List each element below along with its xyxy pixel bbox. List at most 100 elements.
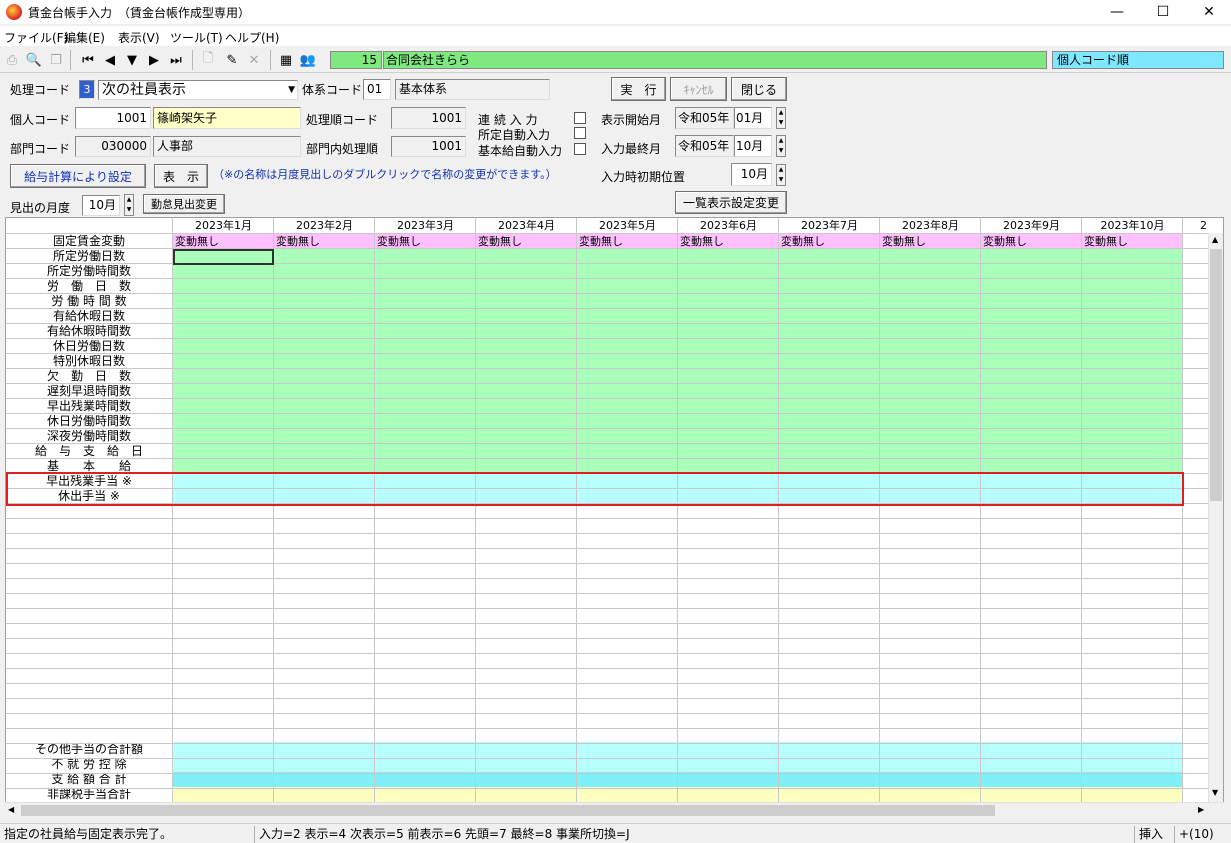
menu-file[interactable]: ファイル(F) <box>4 29 68 46</box>
month-column-header[interactable]: 2023年8月 <box>880 218 981 233</box>
fixed-wage-cell[interactable]: 変動無し <box>1082 234 1183 249</box>
show-button[interactable]: 表 示 <box>154 164 208 188</box>
paint-icon[interactable]: ✎ <box>222 50 242 70</box>
dropdown-record-icon[interactable]: ▼ <box>122 50 142 70</box>
input-last-spinner[interactable]: ▲ ▼ <box>776 135 786 157</box>
data-row-cells[interactable] <box>173 309 1183 324</box>
display-start-spinner[interactable]: ▲ ▼ <box>776 107 786 129</box>
month-column-header[interactable]: 2023年4月 <box>476 218 577 233</box>
fixed-wage-cell[interactable]: 変動無し <box>880 234 981 249</box>
continuous-input-checkbox[interactable] <box>574 112 586 124</box>
heading-note: （※の名称は月度見出しのダブルクリックで名称の変更ができます。） <box>213 168 557 181</box>
auto-scheduled-checkbox[interactable] <box>574 127 586 139</box>
wage-ledger-grid[interactable]: 2023年1月 2023年2月 2023年3月 2023年4月 2023年5月 2023年… <box>5 217 1224 803</box>
copy-icon[interactable]: ❐ <box>46 50 66 70</box>
summary-row-cells[interactable] <box>173 772 1183 787</box>
month-column-header[interactable]: 2023年3月 <box>375 218 476 233</box>
users-icon[interactable]: 👥 <box>298 50 318 70</box>
month-column-header[interactable]: 2023年7月 <box>779 218 880 233</box>
heading-month-spinner[interactable]: ▲ ▼ <box>124 194 134 216</box>
delete-icon[interactable]: ✕ <box>244 50 264 70</box>
data-row-cells[interactable] <box>173 369 1183 384</box>
menu-edit[interactable]: 編集(E) <box>64 29 105 46</box>
month-column-header[interactable]: 2 <box>1183 218 1207 233</box>
fixed-wage-cell[interactable]: 変動無し <box>173 234 274 249</box>
prev-record-icon[interactable]: ◀ <box>100 50 120 70</box>
list-settings-change-button[interactable]: 一覧表示設定変更 <box>675 191 787 214</box>
horizontal-scroll-thumb[interactable] <box>21 805 995 816</box>
system-code-field[interactable]: 01 <box>363 79 391 100</box>
auto-base-pay-checkbox[interactable] <box>574 143 586 155</box>
display-start-month-field[interactable]: 01月 <box>734 107 772 129</box>
person-code-field[interactable]: 1001 <box>75 107 151 129</box>
month-column-header[interactable]: 2023年5月 <box>577 218 678 233</box>
row-label: 休日労働日数 <box>6 339 172 354</box>
row-label: 有給休暇時間数 <box>6 324 172 339</box>
data-row-cells[interactable] <box>173 294 1183 309</box>
summary-row-cells[interactable] <box>173 742 1183 757</box>
scroll-right-icon[interactable]: ▶ <box>1198 805 1204 814</box>
cancel-button[interactable]: ｷｬﾝｾﾙ <box>670 77 727 101</box>
month-column-header[interactable]: 2023年1月 <box>173 218 274 233</box>
data-row-cells[interactable] <box>173 399 1183 414</box>
menu-tools[interactable]: ツール(T) <box>170 29 223 46</box>
process-mode-select[interactable]: 次の社員表示 ▼ <box>98 80 298 100</box>
new-document-icon[interactable]: 🗋 <box>198 50 218 70</box>
data-row-cells[interactable] <box>173 354 1183 369</box>
fixed-wage-cell[interactable]: 変動無し <box>375 234 476 249</box>
scroll-left-icon[interactable]: ◀ <box>8 805 14 814</box>
minimize-button[interactable]: — <box>1094 0 1140 24</box>
heading-month-field[interactable]: 10月 <box>82 195 120 216</box>
attendance-heading-change-button[interactable]: 勤怠見出変更 <box>143 194 225 214</box>
data-row-cells[interactable] <box>173 249 1183 264</box>
maximize-button[interactable]: ☐ <box>1140 0 1186 24</box>
first-record-icon[interactable]: ⏮ <box>78 50 98 70</box>
fixed-wage-cell[interactable]: 変動無し <box>476 234 577 249</box>
month-column-header[interactable]: 2023年10月 <box>1082 218 1183 233</box>
fixed-wage-cell[interactable]: 変動無し <box>274 234 375 249</box>
summary-row-cells[interactable] <box>173 787 1183 802</box>
last-record-icon[interactable]: ⏭ <box>166 50 186 70</box>
fixed-wage-cell[interactable]: 変動無し <box>981 234 1082 249</box>
fixed-wage-cell[interactable]: 変動無し <box>779 234 880 249</box>
grid-line <box>677 218 678 802</box>
input-last-month-field[interactable]: 10月 <box>734 135 772 157</box>
calculator-icon[interactable]: ▦ <box>276 50 296 70</box>
chevron-down-icon[interactable]: ▼ <box>288 81 295 99</box>
data-row-cells[interactable] <box>173 279 1183 294</box>
data-row-cells[interactable] <box>173 384 1183 399</box>
month-column-header[interactable]: 2023年2月 <box>274 218 375 233</box>
data-row-cells[interactable] <box>173 339 1183 354</box>
horizontal-scrollbar[interactable]: ◀ ▶ <box>5 802 1224 818</box>
process-code-field[interactable]: 3 <box>79 80 95 99</box>
initial-position-field[interactable]: 10月 <box>731 163 772 186</box>
month-column-header[interactable]: 2023年6月 <box>678 218 779 233</box>
vertical-scroll-thumb[interactable] <box>1210 249 1222 501</box>
close-window-button[interactable]: ✕ <box>1186 0 1231 24</box>
data-row-cells[interactable] <box>173 444 1183 459</box>
summary-row-cells[interactable] <box>173 757 1183 772</box>
month-column-header[interactable]: 2023年9月 <box>981 218 1082 233</box>
print-icon[interactable]: ⎙ <box>2 50 22 70</box>
menu-view[interactable]: 表示(V) <box>118 29 160 46</box>
fixed-wage-cell[interactable]: 変動無し <box>678 234 779 249</box>
close-button[interactable]: 閉じる <box>731 77 787 101</box>
scroll-up-icon[interactable]: ▲ <box>1212 235 1218 244</box>
selected-cell[interactable] <box>173 249 274 265</box>
initial-position-spinner[interactable]: ▲ ▼ <box>776 164 786 186</box>
data-row-cells[interactable] <box>173 264 1183 279</box>
data-row-cells[interactable] <box>173 414 1183 429</box>
fixed-wage-cell[interactable]: 変動無し <box>577 234 678 249</box>
title-bar: 賃金台帳手入力 （賃金台帳作成型専用） — ☐ ✕ <box>0 0 1231 24</box>
menu-help[interactable]: ヘルプ(H) <box>225 29 279 46</box>
grid-line <box>879 218 880 802</box>
run-button[interactable]: 実 行 <box>611 77 666 101</box>
data-row-cells[interactable] <box>173 429 1183 444</box>
set-by-payroll-calc-button[interactable]: 給与計算により設定 <box>10 164 146 188</box>
vertical-scrollbar[interactable]: ▲ ▼ <box>1208 233 1223 802</box>
print-preview-icon[interactable]: 🔍 <box>24 50 44 70</box>
highlight-frame <box>6 472 1184 506</box>
data-row-cells[interactable] <box>173 324 1183 339</box>
scroll-down-icon[interactable]: ▼ <box>1212 788 1218 797</box>
next-record-icon[interactable]: ▶ <box>144 50 164 70</box>
